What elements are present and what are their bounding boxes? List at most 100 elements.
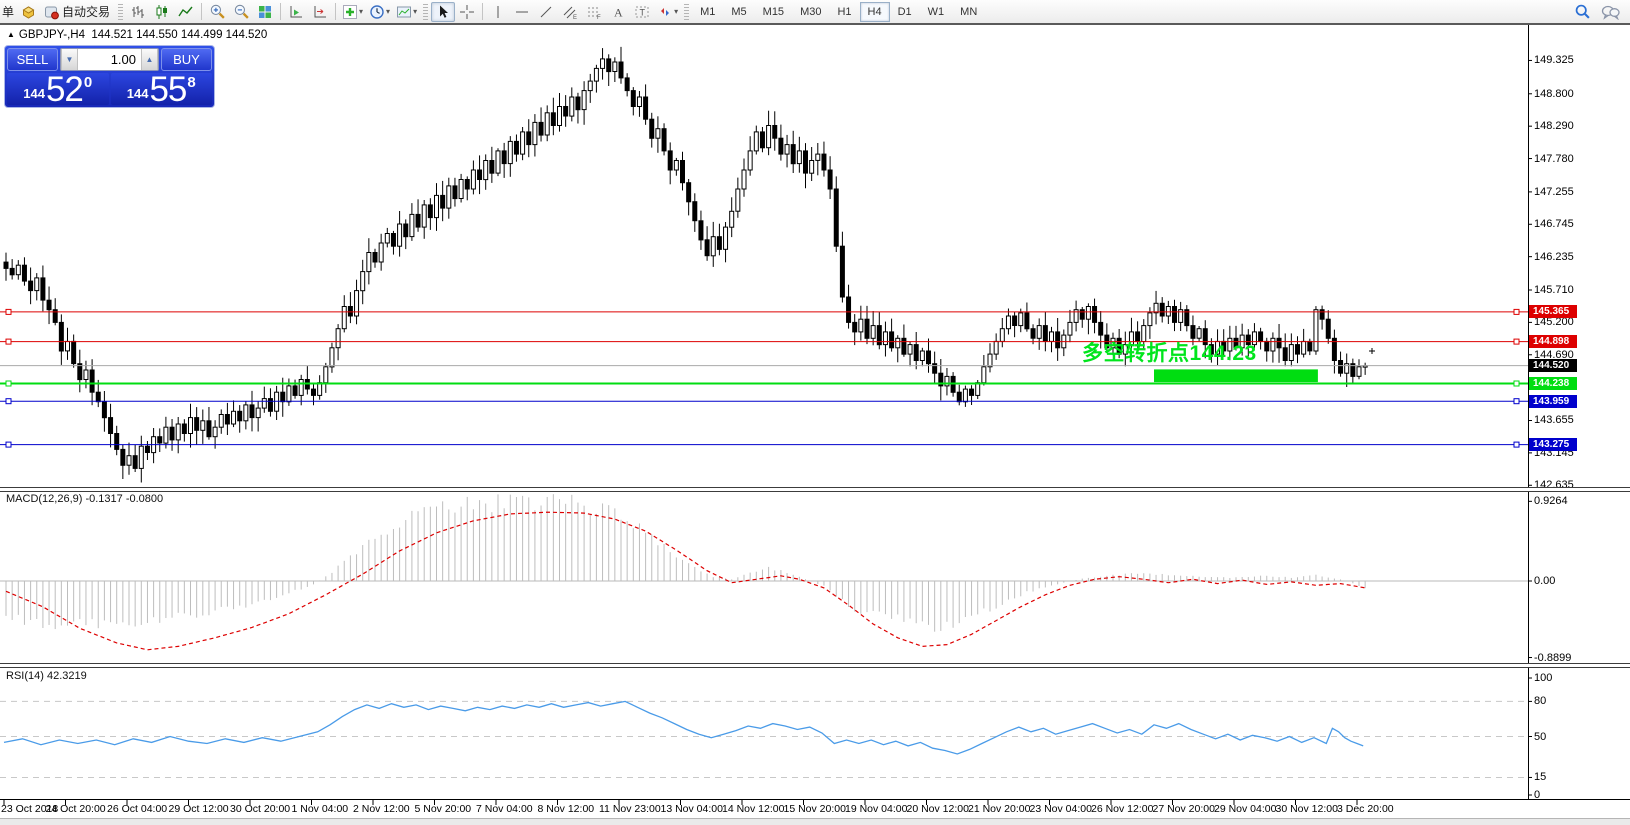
line-handle[interactable]	[6, 339, 11, 344]
volume-decrease-button[interactable]: ▼	[61, 49, 78, 70]
volume-input[interactable]	[78, 49, 141, 70]
price-tag-144.898[interactable]: 144.898	[1529, 335, 1577, 348]
price-axis-label: 147.255	[1534, 186, 1574, 198]
price-tag-145.365[interactable]: 145.365	[1529, 305, 1577, 318]
cursor-tool[interactable]	[431, 2, 455, 22]
timeframe-group: M1M5M15M30H1H4D1W1MN	[692, 2, 985, 22]
timeframe-m15[interactable]: M15	[755, 2, 792, 22]
timeframe-m5[interactable]: M5	[723, 2, 754, 22]
candle	[4, 262, 8, 268]
candle	[1037, 326, 1041, 339]
timeframe-h1[interactable]: H1	[829, 2, 859, 22]
candle	[447, 186, 451, 208]
line-handle[interactable]	[1514, 381, 1519, 386]
candle	[502, 151, 506, 164]
toolbar-drag-handle[interactable]	[118, 4, 123, 20]
toolbar-drag-handle[interactable]	[684, 4, 689, 20]
candle	[219, 415, 223, 428]
line-handle[interactable]	[6, 381, 11, 386]
fibonacci-tool[interactable]: F	[582, 2, 606, 22]
pivot-annotation-text[interactable]: 多空转折点144.23	[1082, 337, 1257, 367]
candle	[72, 341, 76, 363]
candle	[324, 367, 328, 383]
trendline-tool[interactable]	[534, 2, 558, 22]
candle	[1160, 303, 1164, 316]
price-tag-143.275[interactable]: 143.275	[1529, 438, 1577, 451]
candlestick-chart-icon[interactable]	[150, 2, 174, 22]
candle	[1006, 316, 1010, 329]
auto-scroll-icon[interactable]	[284, 2, 308, 22]
candle	[859, 319, 863, 332]
zoom-in-icon[interactable]	[205, 2, 229, 22]
new-order-button[interactable]: 单	[2, 3, 14, 20]
sell-button[interactable]: SELL	[7, 48, 58, 71]
candle	[730, 211, 734, 227]
candle	[920, 351, 924, 361]
zoom-out-icon[interactable]	[229, 2, 253, 22]
buy-price-display[interactable]: 144558	[111, 73, 213, 105]
svg-text:F: F	[597, 15, 601, 20]
text-tool[interactable]: A	[606, 2, 630, 22]
candle	[133, 456, 137, 469]
price-tag-144.520[interactable]: 144.520	[1529, 359, 1577, 372]
line-handle[interactable]	[1514, 309, 1519, 314]
line-handle[interactable]	[6, 442, 11, 447]
timeframe-mn[interactable]: MN	[952, 2, 985, 22]
candle	[988, 354, 992, 367]
timeframe-m30[interactable]: M30	[792, 2, 829, 22]
search-icon[interactable]	[1574, 3, 1591, 20]
price-tag-144.238[interactable]: 144.238	[1529, 377, 1577, 390]
pane-separator[interactable]	[0, 487, 1630, 492]
arrows-tool[interactable]: ▾	[654, 2, 681, 22]
chart-shift-icon[interactable]	[308, 2, 332, 22]
horizontal-line-tool[interactable]	[510, 2, 534, 22]
candle	[1302, 341, 1306, 354]
time-axis-label: 2 Nov 12:00	[353, 803, 410, 815]
crosshair-tool[interactable]	[455, 2, 479, 22]
pane-separator[interactable]	[0, 663, 1630, 668]
toolbar-drag-handle[interactable]	[423, 4, 428, 20]
new-order-icon[interactable]	[16, 2, 40, 22]
line-handle[interactable]	[1514, 442, 1519, 447]
candle	[902, 338, 906, 354]
pivot-zone-rect[interactable]	[1154, 369, 1318, 382]
text-label-tool[interactable]: T	[630, 2, 654, 22]
candle	[717, 237, 721, 250]
volume-increase-button[interactable]: ▲	[141, 49, 158, 70]
line-handle[interactable]	[6, 309, 11, 314]
price-tag-143.959[interactable]: 143.959	[1529, 395, 1577, 408]
periods-dropdown-caret[interactable]: ▾	[386, 7, 390, 16]
equidistant-channel-tool[interactable]: E	[558, 2, 582, 22]
candle	[644, 97, 648, 119]
vertical-line-tool[interactable]	[486, 2, 510, 22]
tile-windows-icon[interactable]	[253, 2, 277, 22]
line-handle[interactable]	[1514, 339, 1519, 344]
line-chart-icon[interactable]	[174, 2, 198, 22]
candle	[176, 424, 180, 440]
chart-canvas[interactable]	[0, 0, 1630, 824]
line-handle[interactable]	[1514, 399, 1519, 404]
line-handle[interactable]	[6, 399, 11, 404]
indicators-icon[interactable]: ▾	[339, 2, 366, 22]
chat-icon[interactable]	[1601, 4, 1620, 20]
templates-icon[interactable]: ▾	[393, 2, 420, 22]
candle	[668, 151, 672, 170]
periods-icon[interactable]: ▾	[366, 2, 393, 22]
timeframe-h4[interactable]: H4	[860, 2, 890, 22]
buy-button[interactable]: BUY	[161, 48, 212, 71]
templates-dropdown-caret[interactable]: ▾	[413, 7, 417, 16]
arrows-dropdown-caret[interactable]: ▾	[674, 7, 678, 16]
sell-price-display[interactable]: 144520	[7, 73, 109, 105]
timeframe-d1[interactable]: D1	[890, 2, 920, 22]
time-axis-label: 20 Nov 12:00	[907, 803, 969, 815]
timeframe-w1[interactable]: W1	[920, 2, 953, 22]
candle	[379, 243, 383, 262]
macd-label: MACD(12,26,9) -0.1317 -0.0800	[6, 493, 163, 505]
candle	[804, 151, 808, 173]
indicators-dropdown-caret[interactable]: ▾	[359, 7, 363, 16]
collapse-panel-icon[interactable]: ▲	[7, 30, 15, 39]
candle	[373, 253, 377, 263]
bar-chart-icon[interactable]	[126, 2, 150, 22]
autotrading-button[interactable]: 自动交易	[40, 2, 115, 22]
timeframe-m1[interactable]: M1	[692, 2, 723, 22]
